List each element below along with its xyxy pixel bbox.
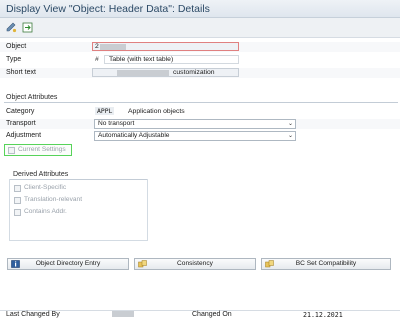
short-text-redacted <box>117 70 169 76</box>
object-label: Object <box>6 43 27 50</box>
object-directory-entry-label: Object Directory Entry <box>35 260 101 267</box>
adjustment-value: Automatically Adjustable <box>98 132 170 139</box>
translation-relevant-label: Translation-relevant <box>24 196 83 203</box>
short-text-value: customization <box>173 69 215 76</box>
category-label: Category <box>6 108 35 115</box>
category-code: APPL <box>95 107 115 115</box>
category-text: Application objects <box>128 108 185 115</box>
client-specific-label: Client-Specific <box>24 184 67 191</box>
chevron-down-icon: ⌄ <box>287 133 293 139</box>
detail-content: Object 2 Type # Table (with text table) … <box>0 38 400 323</box>
adjustment-label: Adjustment <box>6 132 42 139</box>
changed-on-value: 21.12.2021 <box>303 311 343 319</box>
transport-dropdown[interactable]: No transport ⌄ <box>94 119 296 129</box>
consistency-label: Consistency <box>177 260 213 267</box>
object-field[interactable]: 2 <box>92 42 239 51</box>
title-bar: Display View "Object: Header Data": Deta… <box>0 0 400 18</box>
consistency-button[interactable]: Consistency <box>134 258 256 270</box>
application-toolbar <box>0 18 400 38</box>
contains-addr-checkbox[interactable] <box>14 209 21 216</box>
last-changed-by-label: Last Changed By <box>6 311 60 318</box>
type-text: Table (with text table) <box>109 56 174 63</box>
changed-on-label: Changed On <box>192 311 232 318</box>
type-label: Type <box>6 56 22 63</box>
bc-set-compatibility-button[interactable]: BC Set Compatibility <box>261 258 391 270</box>
last-changed-by-redacted <box>112 311 134 317</box>
window-title: Display View "Object: Header Data": Deta… <box>6 3 210 15</box>
short-text-field[interactable]: customization <box>92 68 239 77</box>
object-attributes-separator <box>4 102 398 103</box>
info-icon <box>11 260 20 272</box>
transport-value: No transport <box>98 120 135 127</box>
type-code: # <box>95 56 99 63</box>
transport-label: Transport <box>6 120 36 127</box>
adjustment-dropdown[interactable]: Automatically Adjustable ⌄ <box>94 131 296 141</box>
other-entry-icon[interactable] <box>21 21 34 34</box>
type-field: Table (with text table) <box>104 55 239 64</box>
object-directory-entry-button[interactable]: Object Directory Entry <box>7 258 129 270</box>
edit-display-toggle-icon[interactable] <box>5 21 18 34</box>
chevron-down-icon: ⌄ <box>287 121 293 127</box>
current-settings-checkbox[interactable] <box>8 147 15 154</box>
bc-set-icon <box>138 260 148 272</box>
translation-relevant-checkbox[interactable] <box>14 197 21 204</box>
client-specific-checkbox[interactable] <box>14 185 21 192</box>
short-text-label: Short text <box>6 69 36 76</box>
current-settings-label: Current Settings <box>18 146 66 153</box>
contains-addr-label: Contains Addr. <box>24 208 67 215</box>
object-name-redacted <box>100 44 126 50</box>
bc-set-icon <box>265 260 275 272</box>
bc-set-compatibility-label: BC Set Compatibility <box>295 260 357 267</box>
object-attributes-title: Object Attributes <box>6 94 58 101</box>
object-value: 2 <box>95 43 99 50</box>
derived-attributes-title: Derived Attributes <box>13 171 69 178</box>
